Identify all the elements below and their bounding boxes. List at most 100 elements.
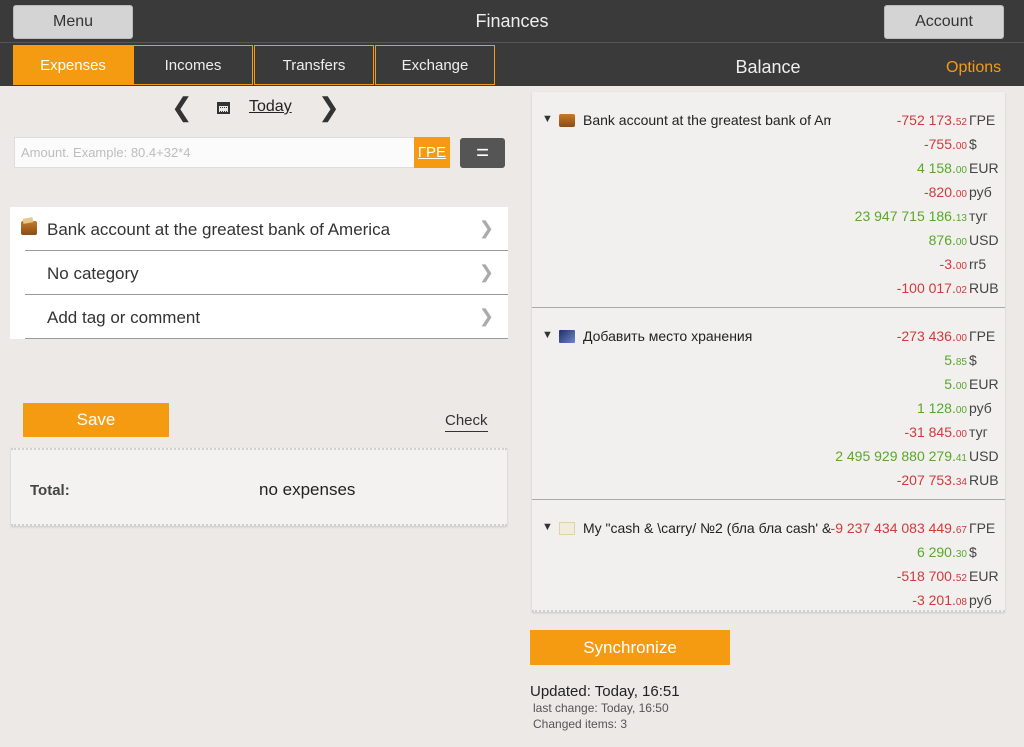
balance-amount-cents: 85 xyxy=(955,357,967,368)
balance-amount-main: 1 128. xyxy=(916,400,956,416)
balance-amount-main: -207 753. xyxy=(896,472,956,488)
category-selector[interactable]: No category ❯ xyxy=(10,251,508,295)
category-selector-label: No category xyxy=(47,264,139,283)
balance-title: Balance xyxy=(735,57,801,77)
balance-currency: $ xyxy=(969,544,977,560)
balance-amount-main: -31 845. xyxy=(904,424,956,440)
balance-amount-cents: 00 xyxy=(955,189,967,200)
balance-amount-row: -100 017.02 RUB xyxy=(896,280,999,304)
changed-items-status: Changed items: 3 xyxy=(533,717,628,731)
wallet-icon xyxy=(559,114,575,127)
chevron-right-icon: ❯ xyxy=(478,306,494,326)
balance-amount-main: -273 436. xyxy=(896,328,956,344)
calculator-button[interactable]: = xyxy=(460,138,505,168)
total-label: Total: xyxy=(30,482,70,499)
tab-expenses[interactable]: Expenses xyxy=(13,45,133,85)
balance-amount-main: -100 017. xyxy=(896,280,956,296)
balance-currency: руб xyxy=(969,592,992,608)
save-button[interactable]: Save xyxy=(23,403,169,437)
balance-currency: RUB xyxy=(969,472,999,488)
balance-account-group[interactable]: ▼ Добавить место хранения -273 436.00 ГРЕ 5.… xyxy=(532,308,1005,500)
balance-amount: -3 201.08 xyxy=(912,592,967,608)
balance-amount-cents: 67 xyxy=(955,525,967,536)
balance-amount-cents: 13 xyxy=(955,213,967,224)
date-navigation: ❮ Today ❯ xyxy=(165,92,345,124)
balance-amount-row: 5.85 $ xyxy=(944,352,997,376)
collapse-triangle-icon[interactable]: ▼ xyxy=(542,113,553,125)
balance-account-name: Bank account at the greatest bank of Ame… xyxy=(583,112,831,128)
balance-currency: туг xyxy=(969,424,988,440)
chevron-left-icon[interactable]: ❮ xyxy=(171,94,193,120)
balance-currency: руб xyxy=(969,184,992,200)
balance-amount: -9 237 434 083 449.67 xyxy=(831,520,967,536)
tab-bar: Expenses Incomes Transfers Exchange Bala… xyxy=(0,43,1024,86)
balance-panel[interactable]: ▼ Bank account at the greatest bank of Am… xyxy=(532,92,1005,612)
balance-amount-main: -820. xyxy=(923,184,956,200)
synchronize-button[interactable]: Synchronize xyxy=(530,630,730,665)
balance-amount-row: -31 845.00 туг xyxy=(905,424,998,448)
divider xyxy=(25,338,508,339)
amount-input[interactable] xyxy=(14,137,415,168)
balance-amount-row: 5.00 EUR xyxy=(944,376,999,400)
balance-amount-main: 5. xyxy=(944,352,956,368)
calendar-icon[interactable] xyxy=(217,102,230,114)
total-value: no expenses xyxy=(259,480,356,499)
top-bar: Finances Menu Account xyxy=(0,0,1024,43)
collapse-triangle-icon[interactable]: ▼ xyxy=(542,521,553,533)
balance-amount-main: 2 495 929 880 279. xyxy=(835,448,956,464)
balance-amount-row: -3 201.08 руб xyxy=(912,592,997,610)
balance-amount-cents: 08 xyxy=(955,597,967,608)
check-link[interactable]: Check xyxy=(445,412,488,432)
balance-amount: -752 173.52 xyxy=(897,112,967,128)
chevron-right-icon[interactable]: ❯ xyxy=(318,94,340,120)
tab-exchange[interactable]: Exchange xyxy=(375,45,495,85)
account-selector[interactable]: Bank account at the greatest bank of Ame… xyxy=(10,207,508,251)
balance-amount: 4 158.00 xyxy=(917,160,967,176)
balance-currency: EUR xyxy=(969,160,999,176)
balance-amount-row: -755.00 $ xyxy=(924,136,997,160)
balance-amount: 23 947 715 186.13 xyxy=(855,208,967,224)
balance-amount-main: -3. xyxy=(939,256,956,272)
currency-button[interactable]: ГРЕ xyxy=(414,137,450,168)
balance-currency: туг xyxy=(969,208,988,224)
balance-amount: -755.00 xyxy=(924,136,967,152)
balance-amount-row: 23 947 715 186.13 туг xyxy=(855,208,997,232)
balance-amount-cents: 00 xyxy=(955,333,967,344)
balance-account-name: My "cash & \carry/ №2 (бла бла cash' & xyxy=(583,520,831,536)
chevron-right-icon: ❯ xyxy=(478,218,494,238)
wallet-icon xyxy=(21,221,37,235)
total-card: Total: no expenses xyxy=(11,448,507,526)
balance-account-name: Добавить место хранения xyxy=(583,328,753,344)
updated-status: Updated: Today, 16:51 xyxy=(530,683,680,700)
balance-amount: -31 845.00 xyxy=(905,424,968,440)
balance-amount-cents: 34 xyxy=(955,477,967,488)
app-title: Finances xyxy=(475,11,549,31)
balance-amount-main: 6 290. xyxy=(916,544,956,560)
tag-comment-selector[interactable]: Add tag or comment ❯ xyxy=(10,295,508,339)
tab-incomes[interactable]: Incomes xyxy=(133,45,253,85)
balance-amount: 1 128.00 xyxy=(917,400,967,416)
balance-currency: $ xyxy=(969,352,977,368)
balance-amount: -820.00 xyxy=(924,184,967,200)
balance-amount-main: 4 158. xyxy=(916,160,956,176)
balance-amount-main: 5. xyxy=(944,376,956,392)
balance-amount-cents: 00 xyxy=(955,165,967,176)
balance-currency: ГРЕ xyxy=(969,112,996,128)
balance-amount-cents: 00 xyxy=(955,141,967,152)
date-today-link[interactable]: Today xyxy=(249,98,292,116)
balance-account-group[interactable]: ▼ Bank account at the greatest bank of Am… xyxy=(532,92,1005,308)
balance-currency: EUR xyxy=(969,376,999,392)
balance-amount-main: 23 947 715 186. xyxy=(854,208,956,224)
balance-account-group[interactable]: ▼ My "cash & \carry/ №2 (бла бла cash' & -… xyxy=(532,500,1005,610)
options-link[interactable]: Options xyxy=(946,59,1001,77)
account-button[interactable]: Account xyxy=(884,5,1004,39)
balance-amount-cents: 02 xyxy=(955,285,967,296)
balance-amount-main: -752 173. xyxy=(896,112,956,128)
balance-amount-row: -518 700.52 EUR xyxy=(897,568,999,592)
balance-amount: 6 290.30 xyxy=(917,544,967,560)
tab-transfers[interactable]: Transfers xyxy=(254,45,374,85)
collapse-triangle-icon[interactable]: ▼ xyxy=(542,329,553,341)
balance-amount-row: 1 128.00 руб xyxy=(917,400,997,424)
balance-amount-row: 6 290.30 $ xyxy=(917,544,997,568)
menu-button[interactable]: Menu xyxy=(13,5,133,39)
